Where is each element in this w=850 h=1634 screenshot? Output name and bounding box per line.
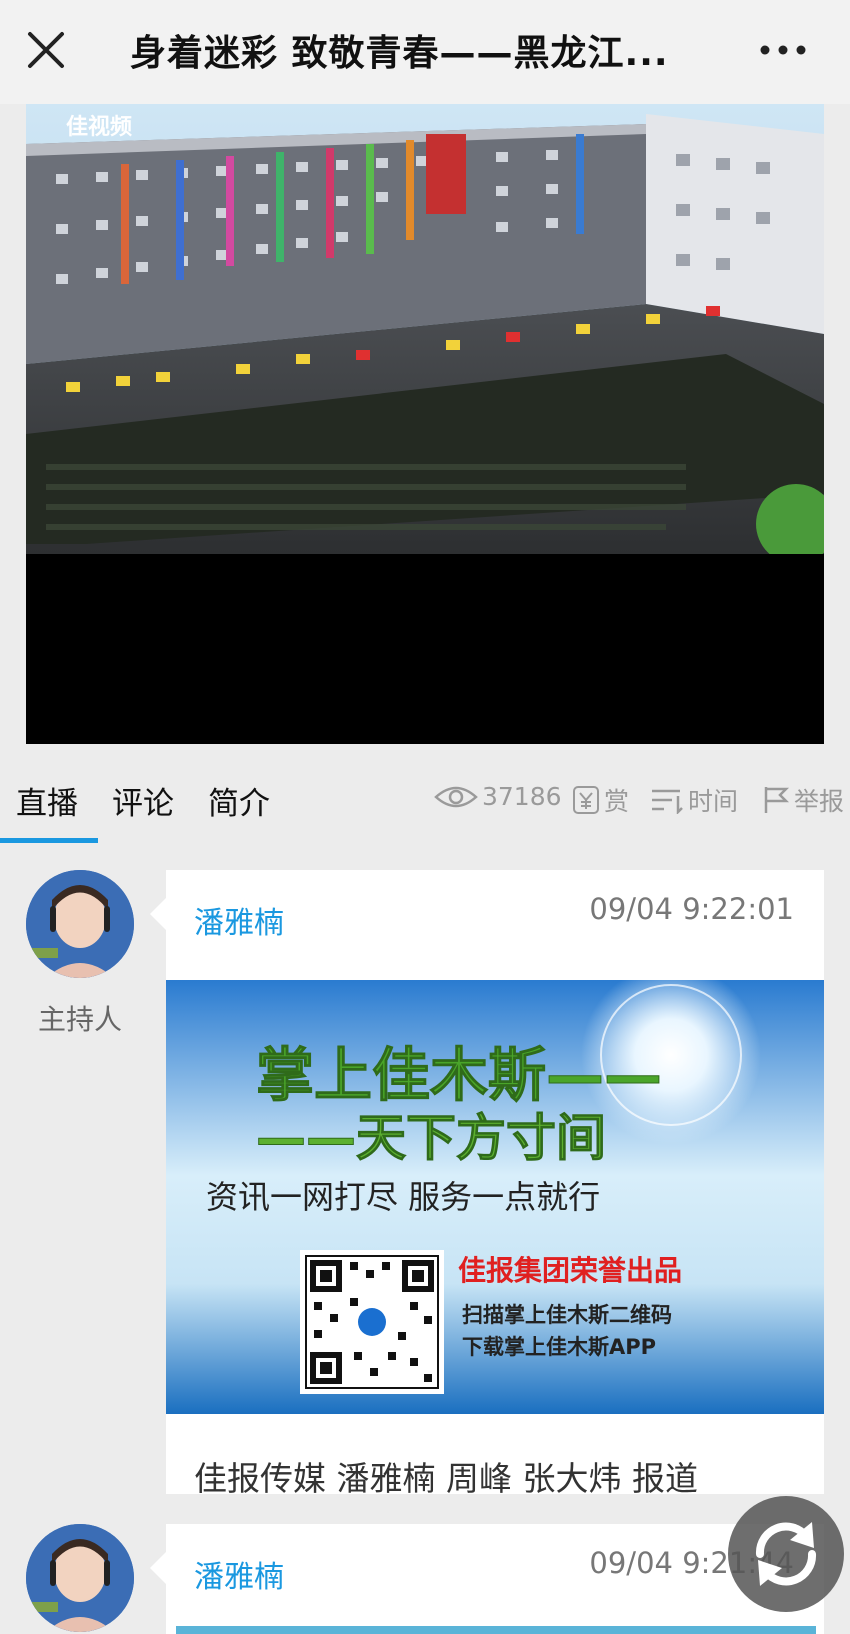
sort-label: 时间 <box>688 787 739 816</box>
video-frame-image: 佳视频 <box>26 104 824 554</box>
post-caption: 佳报传媒 潘雅楠 周峰 张大炜 报道 <box>194 1459 698 1498</box>
post-image[interactable]: 掌上佳木斯—— ——天下方寸间 资讯一网打尽 服务一点就行 佳报集团荣誉出品 扫… <box>166 980 824 1414</box>
post-card: 潘雅楠 09/04 9:22:01 掌上佳木斯—— ——天下方寸间 资讯一网打尽… <box>150 870 824 1498</box>
banner-headline-2: ——天下方寸间 <box>256 1109 606 1167</box>
view-count-value: 37186 <box>482 782 562 811</box>
post-image-edge <box>176 1626 816 1634</box>
tab-bar: 直播 评论 简介 37186 赏 时间 举报 <box>0 744 850 844</box>
live-feed[interactable]: 主持人 潘雅楠 09/04 9:22:01 掌上佳木斯—— ——天下方寸间 资讯… <box>0 850 850 1634</box>
report-label: 举报 <box>794 787 845 816</box>
reward-label: 赏 <box>604 787 630 816</box>
card-pointer <box>150 1552 166 1584</box>
promo-banner: 掌上佳木斯—— ——天下方寸间 资讯一网打尽 服务一点就行 佳报集团荣誉出品 扫… <box>166 980 824 1414</box>
sort-time-button[interactable]: 时间 <box>650 782 738 818</box>
host-avatar[interactable] <box>26 1524 134 1632</box>
active-tab-indicator <box>0 838 98 843</box>
banner-line-1: 扫描掌上佳木斯二维码 <box>462 1303 672 1327</box>
close-icon[interactable] <box>22 26 70 74</box>
avatar-image <box>26 1524 134 1632</box>
view-count: 37186 <box>434 782 562 811</box>
avatar-image <box>26 870 134 978</box>
post-author[interactable]: 潘雅楠 <box>194 1552 284 1596</box>
tab-intro[interactable]: 简介 <box>208 778 270 823</box>
video-watermark: 佳视频 <box>66 114 132 139</box>
video-player[interactable]: 佳视频 <box>26 104 824 744</box>
yen-icon <box>573 786 599 814</box>
banner-headline-1: 掌上佳木斯—— <box>256 1041 662 1109</box>
page-title: 身着迷彩 致敬青春——黑龙江... <box>130 33 669 74</box>
host-avatar[interactable] <box>26 870 134 978</box>
banner-line-2: 下载掌上佳木斯APP <box>462 1335 656 1359</box>
post-time: 09/04 9:22:01 <box>589 892 794 926</box>
refresh-icon[interactable] <box>726 1494 846 1614</box>
banner-slogan: 资讯一网打尽 服务一点就行 <box>206 1178 600 1216</box>
banner-brand: 佳报集团荣誉出品 <box>458 1254 682 1287</box>
tab-live[interactable]: 直播 <box>16 778 78 823</box>
host-role-label: 主持人 <box>37 1003 122 1036</box>
eye-icon <box>434 786 478 807</box>
report-button[interactable]: 举报 <box>762 782 844 818</box>
sort-icon <box>652 789 683 814</box>
post-author[interactable]: 潘雅楠 <box>194 898 284 942</box>
flag-icon <box>764 787 790 813</box>
top-bar: 身着迷彩 致敬青春——黑龙江... <box>0 0 850 104</box>
card-pointer <box>150 898 166 930</box>
tab-comments[interactable]: 评论 <box>112 778 174 823</box>
qr-code-icon <box>300 1250 444 1394</box>
more-icon[interactable] <box>755 28 811 72</box>
reward-button[interactable]: 赏 <box>572 782 629 818</box>
